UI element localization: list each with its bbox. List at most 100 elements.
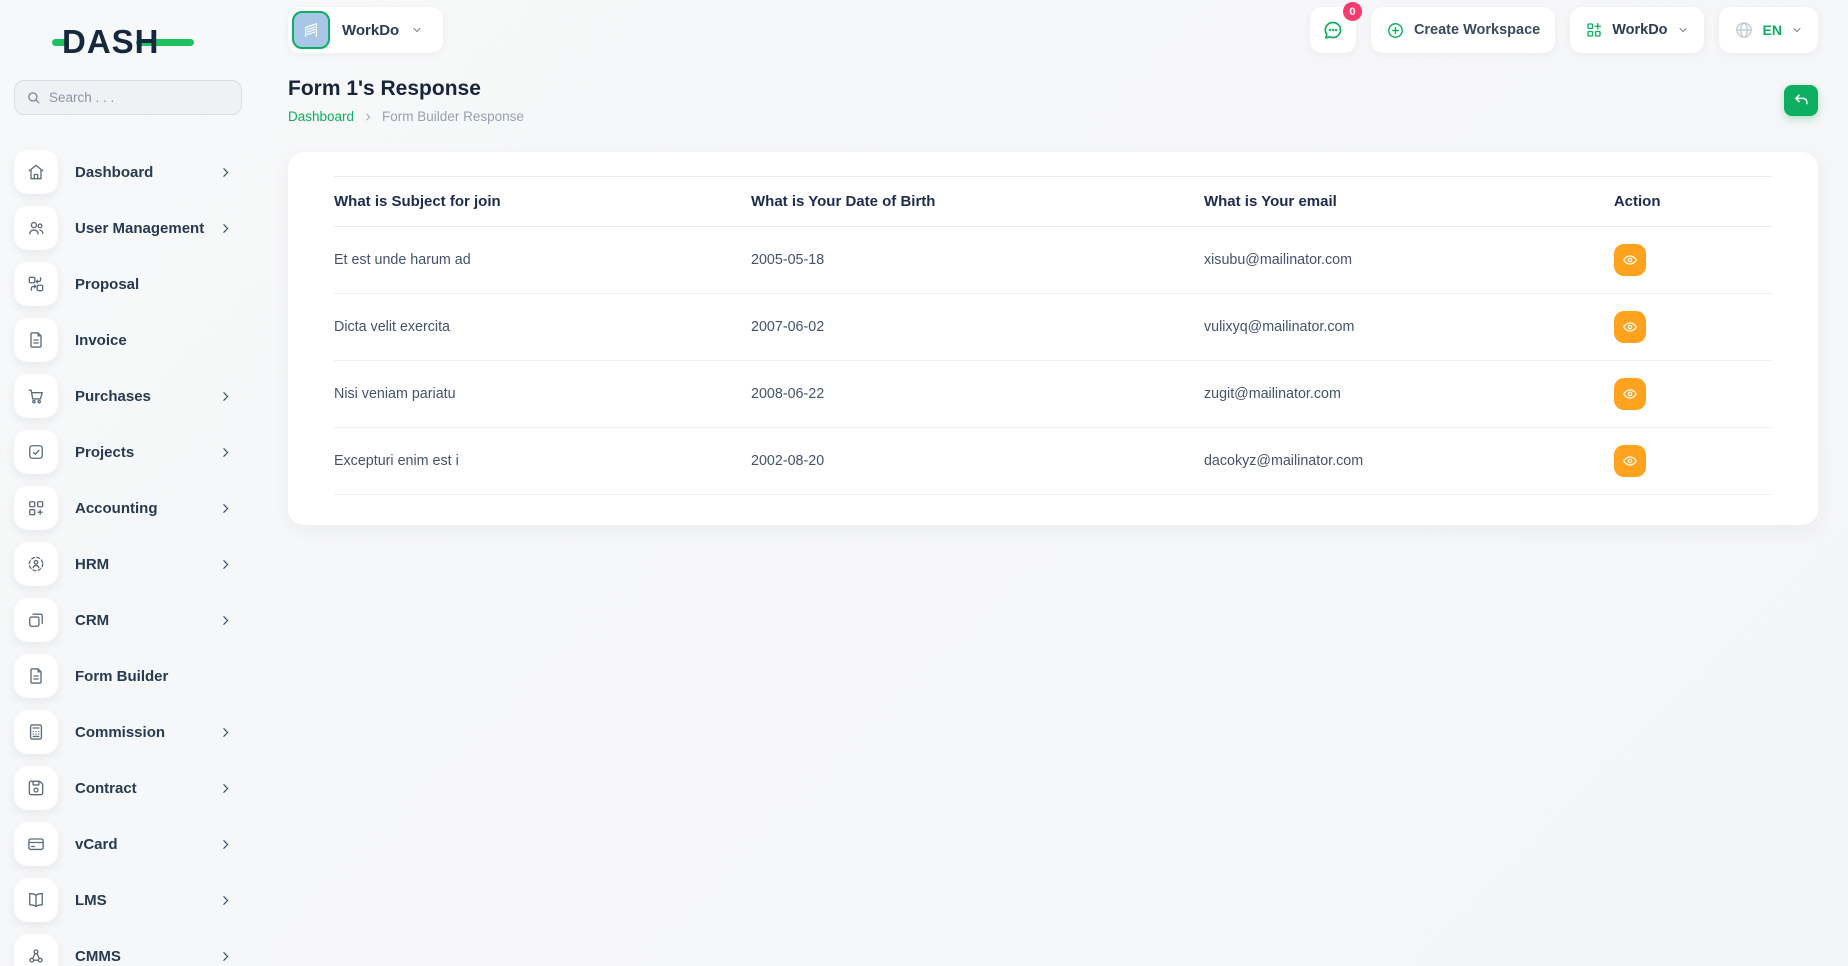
chevron-right-icon (219, 782, 232, 795)
workdo-menu-label: WorkDo (1612, 22, 1667, 38)
view-response-button[interactable] (1614, 445, 1646, 477)
workspace-name: WorkDo (342, 22, 399, 39)
responses-table: What is Subject for join What is Your Da… (334, 176, 1772, 495)
language-code: EN (1763, 22, 1782, 38)
sidebar-item-cmms[interactable]: CMMS (14, 934, 244, 966)
grid-plus-icon (1585, 21, 1603, 39)
chevron-right-icon (363, 112, 373, 122)
search-input[interactable] (49, 90, 230, 105)
chevron-right-icon (219, 614, 232, 627)
column-header-email: What is Your email (1204, 177, 1614, 227)
sidebar-item-label: vCard (75, 836, 219, 853)
document-icon (14, 654, 58, 698)
header-actions: 0 Create Workspace WorkDo (1310, 7, 1818, 53)
sidebar-item-form-builder[interactable]: Form Builder (14, 654, 244, 698)
cell-email: zugit@mailinator.com (1204, 361, 1614, 428)
credit-card-icon (14, 822, 58, 866)
sidebar-item-label: Contract (75, 780, 219, 797)
sidebar-item-commission[interactable]: Commission (14, 710, 244, 754)
sidebar-search[interactable] (14, 80, 242, 115)
cell-dob: 2008-06-22 (751, 361, 1204, 428)
eye-icon (1622, 386, 1638, 402)
page-header: Form 1's Response Dashboard Form Builder… (288, 77, 1818, 124)
sidebar-item-accounting[interactable]: Accounting (14, 486, 244, 530)
sidebar-item-label: Accounting (75, 500, 219, 517)
chevron-right-icon (219, 558, 232, 571)
sidebar-item-vcard[interactable]: vCard (14, 822, 244, 866)
sidebar-item-crm[interactable]: CRM (14, 598, 244, 642)
document-icon (14, 318, 58, 362)
sidebar-item-label: Dashboard (75, 164, 219, 181)
eye-icon (1622, 252, 1638, 268)
sidebar-item-label: Proposal (75, 276, 244, 293)
sidebar-item-label: HRM (75, 556, 219, 573)
view-response-button[interactable] (1614, 378, 1646, 410)
table-row: Excepturi enim est i 2002-08-20 dacokyz@… (334, 428, 1772, 495)
chevron-right-icon (219, 838, 232, 851)
notification-badge: 0 (1343, 2, 1362, 21)
eye-icon (1622, 319, 1638, 335)
breadcrumb-dashboard-link[interactable]: Dashboard (288, 109, 354, 124)
language-selector[interactable]: EN (1719, 7, 1818, 53)
chevron-right-icon (219, 502, 232, 515)
app-logo[interactable]: DASH (52, 20, 258, 64)
chevron-right-icon (219, 446, 232, 459)
create-workspace-label: Create Workspace (1414, 22, 1540, 38)
chevron-right-icon (219, 222, 232, 235)
sidebar-item-label: Form Builder (75, 668, 244, 685)
sidebar-item-label: User Management (75, 220, 219, 237)
sidebar-item-label: LMS (75, 892, 219, 909)
check-square-icon (14, 430, 58, 474)
cell-dob: 2005-05-18 (751, 227, 1204, 294)
create-workspace-button[interactable]: Create Workspace (1371, 7, 1555, 53)
back-button[interactable] (1784, 85, 1818, 116)
users-icon (14, 206, 58, 250)
messenger-button[interactable]: 0 (1310, 7, 1356, 53)
sidebar-item-label: CMMS (75, 948, 219, 965)
overlap-squares-icon (14, 598, 58, 642)
chevron-right-icon (219, 166, 232, 179)
home-icon (14, 150, 58, 194)
cell-email: xisubu@mailinator.com (1204, 227, 1614, 294)
calculator-icon (14, 710, 58, 754)
chevron-right-icon (219, 390, 232, 403)
page-title: Form 1's Response (288, 77, 524, 101)
cell-subject: Et est unde harum ad (334, 227, 751, 294)
plus-circle-icon (1386, 21, 1405, 40)
sidebar-item-label: Commission (75, 724, 219, 741)
sidebar-item-projects[interactable]: Projects (14, 430, 244, 474)
column-header-subject: What is Subject for join (334, 177, 751, 227)
sidebar-item-label: Invoice (75, 332, 244, 349)
table-row: Et est unde harum ad 2005-05-18 xisubu@m… (334, 227, 1772, 294)
table-row: Dicta velit exercita 2007-06-02 vulixyq@… (334, 294, 1772, 361)
chevron-right-icon (219, 950, 232, 963)
responses-card: What is Subject for join What is Your Da… (288, 152, 1818, 525)
floppy-icon (14, 766, 58, 810)
chevron-down-icon (1677, 24, 1689, 36)
sidebar-item-proposal[interactable]: Proposal (14, 262, 244, 306)
workspace-selector[interactable]: WorkDo (288, 7, 443, 53)
chat-icon (1321, 18, 1345, 42)
table-row: Nisi veniam pariatu 2008-06-22 zugit@mai… (334, 361, 1772, 428)
cell-subject: Nisi veniam pariatu (334, 361, 751, 428)
workdo-menu[interactable]: WorkDo (1570, 7, 1703, 53)
sidebar-item-contract[interactable]: Contract (14, 766, 244, 810)
cell-dob: 2002-08-20 (751, 428, 1204, 495)
view-response-button[interactable] (1614, 311, 1646, 343)
sidebar-item-invoice[interactable]: Invoice (14, 318, 244, 362)
sidebar-item-label: Projects (75, 444, 219, 461)
return-arrow-icon (1793, 92, 1810, 109)
sidebar-item-user-management[interactable]: User Management (14, 206, 244, 250)
cell-dob: 2007-06-02 (751, 294, 1204, 361)
sidebar-item-lms[interactable]: LMS (14, 878, 244, 922)
nodes-icon (14, 934, 58, 966)
sidebar-item-purchases[interactable]: Purchases (14, 374, 244, 418)
cell-subject: Excepturi enim est i (334, 428, 751, 495)
view-response-button[interactable] (1614, 244, 1646, 276)
eye-icon (1622, 453, 1638, 469)
table-header-row: What is Subject for join What is Your Da… (334, 177, 1772, 227)
column-header-dob: What is Your Date of Birth (751, 177, 1204, 227)
sidebar-item-hrm[interactable]: HRM (14, 542, 244, 586)
sidebar-item-dashboard[interactable]: Dashboard (14, 150, 244, 194)
main-content: WorkDo 0 Create Workspace WorkDo (258, 0, 1848, 966)
